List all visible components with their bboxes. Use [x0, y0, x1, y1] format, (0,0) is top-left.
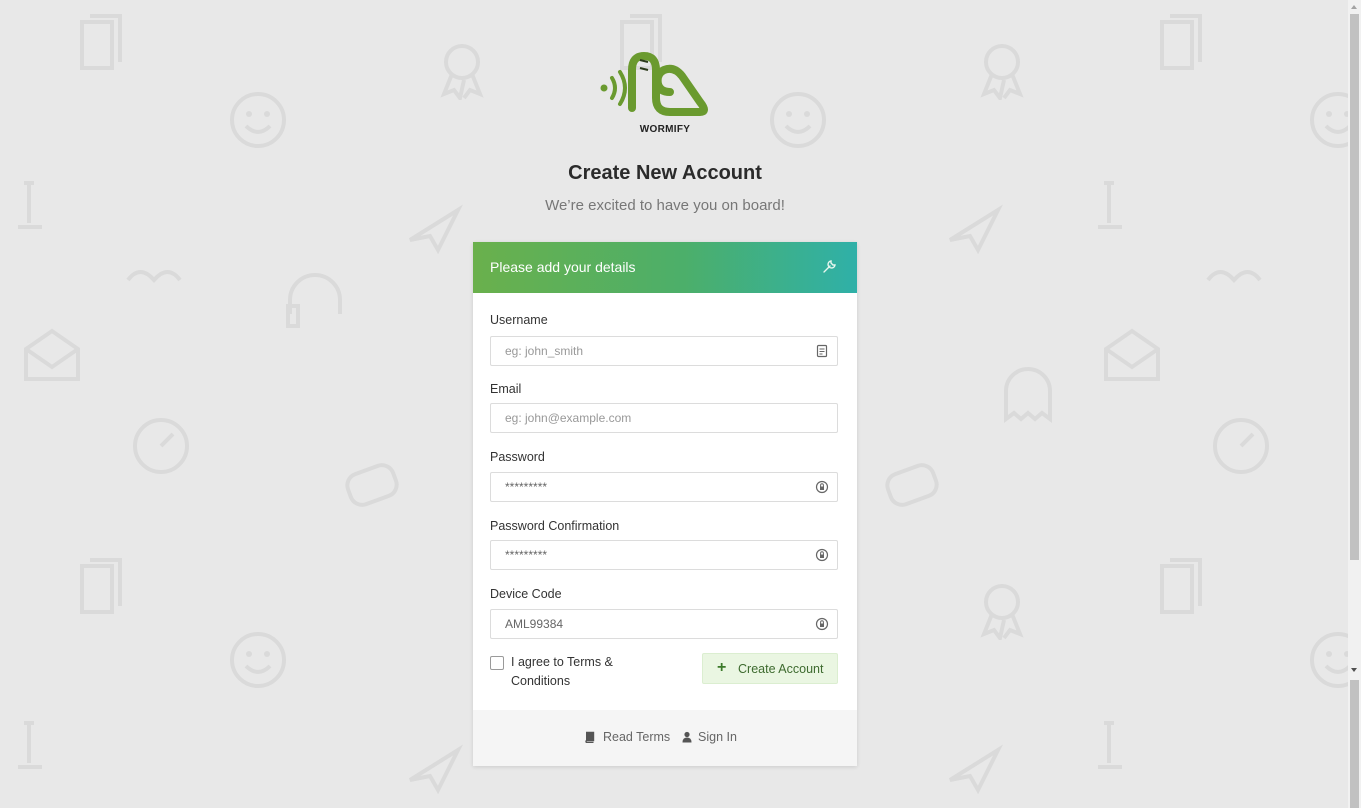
terms-checkbox[interactable] — [490, 656, 504, 670]
username-field-wrapper — [490, 336, 838, 366]
scroll-up-arrow[interactable] — [1351, 5, 1357, 9]
id-card-icon — [816, 344, 828, 358]
wrench-icon — [823, 260, 836, 273]
password-label: Password — [490, 450, 545, 464]
password-confirmation-field-wrapper — [490, 540, 838, 570]
card-header-title: Please add your details — [490, 259, 636, 275]
device-code-input[interactable] — [491, 610, 811, 638]
page-scrollbar[interactable] — [1348, 0, 1361, 808]
password-input[interactable] — [491, 473, 811, 501]
email-field-wrapper — [490, 403, 838, 433]
sign-in-label: Sign In — [698, 730, 737, 744]
document-icon — [1160, 558, 1202, 614]
username-input[interactable] — [491, 337, 811, 365]
lock-icon — [815, 480, 829, 494]
lock-icon — [815, 617, 829, 631]
smiley-icon — [770, 92, 826, 148]
gamepad-icon — [885, 463, 939, 507]
password-confirmation-input[interactable] — [491, 541, 811, 569]
award-icon — [440, 44, 484, 100]
create-account-label: Create Account — [738, 662, 824, 676]
award-icon — [980, 584, 1024, 640]
gamepad-icon — [345, 463, 399, 507]
mustache-icon — [1206, 270, 1262, 284]
signup-card: Please add your details Username Email P… — [473, 242, 857, 766]
plus-icon: + — [717, 659, 727, 676]
speedometer-icon — [1213, 418, 1269, 474]
create-account-button[interactable]: + Create Account — [702, 653, 838, 684]
scrollbar-track-lower[interactable] — [1350, 680, 1359, 808]
plane-icon — [408, 744, 463, 795]
chess-icon — [1098, 181, 1122, 229]
username-label: Username — [490, 313, 548, 327]
wormify-logo — [600, 52, 708, 116]
book-icon — [585, 731, 595, 743]
terms-label[interactable]: I agree to Terms & Conditions — [511, 653, 631, 691]
document-icon — [80, 558, 122, 614]
chess-icon — [1098, 721, 1122, 769]
envelope-icon — [24, 328, 80, 381]
chess-icon — [18, 721, 42, 769]
headphones-icon — [286, 273, 342, 328]
device-code-field-wrapper — [490, 609, 838, 639]
email-label: Email — [490, 382, 522, 396]
lock-icon — [815, 548, 829, 562]
mustache-icon — [126, 270, 182, 284]
smiley-icon — [230, 632, 286, 688]
card-footer: Read Terms Sign In — [473, 710, 857, 766]
password-confirmation-label: Password Confirmation — [490, 519, 620, 533]
award-icon — [980, 44, 1024, 100]
scroll-down-arrow[interactable] — [1351, 668, 1357, 672]
ghost-icon — [1004, 367, 1052, 423]
scrollbar-thumb[interactable] — [1350, 14, 1359, 560]
document-icon — [1160, 14, 1202, 70]
chess-icon — [18, 181, 42, 229]
brand-name: WORMIFY — [639, 124, 691, 135]
read-terms-label: Read Terms — [603, 730, 671, 744]
envelope-icon — [1104, 328, 1160, 381]
plane-icon — [948, 204, 1003, 255]
email-input[interactable] — [491, 404, 811, 432]
password-field-wrapper — [490, 472, 838, 502]
terms-row: I agree to Terms & Conditions + Create A… — [490, 653, 838, 693]
plane-icon — [408, 204, 463, 255]
user-icon — [682, 731, 692, 743]
card-header: Please add your details — [473, 242, 857, 293]
smiley-icon — [230, 92, 286, 148]
page-title: Create New Account — [568, 162, 762, 184]
speedometer-icon — [133, 418, 189, 474]
page-subtitle: We’re excited to have you on board! — [545, 197, 785, 214]
plane-icon — [948, 744, 1003, 795]
device-code-label: Device Code — [490, 587, 562, 601]
document-icon — [80, 14, 122, 70]
